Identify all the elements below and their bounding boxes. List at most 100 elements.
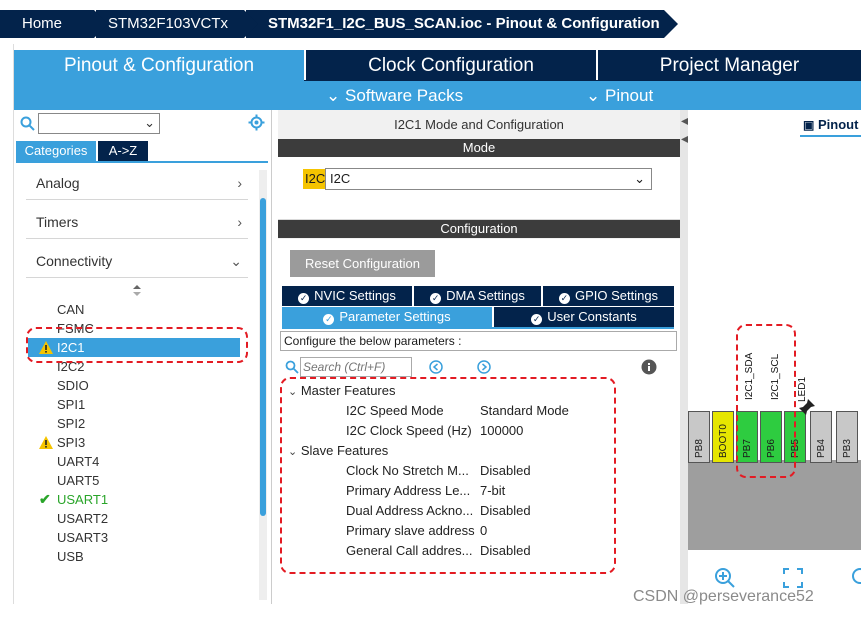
category-analog[interactable]: Analog › (26, 166, 248, 200)
tab-clock-configuration[interactable]: Clock Configuration (306, 50, 596, 82)
category-timers-label: Timers (36, 214, 79, 230)
mode-configuration-panel: I2C1 Mode and Configuration Mode I2C I2C… (278, 110, 680, 604)
info-icon[interactable] (641, 359, 657, 375)
software-packs-menu[interactable]: ⌄ Software Packs (326, 84, 463, 108)
tab-project-manager[interactable]: Project Manager (598, 50, 861, 82)
zoom-out-icon[interactable] (851, 567, 861, 589)
check-circle-icon: ✓ (298, 293, 310, 304)
tab-user-constants[interactable]: ✓ User Constants (494, 307, 674, 327)
pin-pb3[interactable]: PB3 (836, 411, 858, 463)
mode-select-value: I2C (330, 171, 351, 186)
highlight-annotation (26, 327, 248, 363)
mode-label: I2C (303, 169, 328, 189)
panel-splitter[interactable]: ◀ ◀ (680, 110, 689, 604)
scrollbar-thumb[interactable] (260, 198, 266, 516)
pin-pb8[interactable]: PB8 (688, 411, 710, 463)
peripheral-can[interactable]: CAN (57, 300, 84, 319)
main-tabs-bar: Pinout & Configuration Clock Configurati… (14, 50, 861, 110)
fit-screen-icon[interactable] (783, 568, 803, 588)
sort-icon[interactable] (132, 285, 142, 297)
tab-gpio-settings[interactable]: ✓ GPIO Settings (543, 286, 674, 306)
check-circle-icon: ✓ (323, 314, 335, 325)
peripheral-uart5-label: UART5 (57, 473, 100, 488)
peripheral-usart1-label: USART1 (57, 492, 109, 507)
peripheral-uart5[interactable]: UART5 (57, 471, 99, 490)
tab-parameter-settings[interactable]: ✓ Parameter Settings (282, 307, 492, 327)
pin-pb4[interactable]: PB4 (810, 411, 832, 463)
tab-pinout-configuration-label: Pinout & Configuration (63, 55, 255, 76)
tab-underline (282, 327, 674, 329)
tab-a-z-label: A->Z (108, 143, 138, 158)
peripheral-usb[interactable]: USB (57, 547, 84, 566)
peripheral-spi3[interactable]: SPI3 (57, 433, 85, 452)
tab-categories-label: Categories (24, 143, 88, 158)
pin-boot0[interactable]: BOOT0 (712, 411, 734, 463)
tab-a-z[interactable]: A->Z (98, 141, 148, 161)
peripheral-spi1-label: SPI1 (57, 397, 86, 412)
pin-pb3-label: PB3 (842, 439, 853, 458)
next-icon[interactable] (477, 360, 491, 374)
configure-text: Configure the below parameters : (280, 331, 677, 351)
tab-clock-configuration-label: Clock Configuration (368, 55, 534, 76)
breadcrumb-project-label: STM32F1_I2C_BUS_SCAN.ioc - Pinout & Conf… (268, 15, 660, 32)
breadcrumb-device[interactable]: STM32F103VCTx (94, 10, 258, 38)
tab-gpio-settings-label: GPIO Settings (574, 288, 659, 303)
software-packs-label: Software Packs (344, 86, 464, 105)
tab-project-manager-label: Project Manager (659, 55, 800, 76)
reset-configuration-button[interactable]: Reset Configuration (290, 250, 435, 277)
zoom-in-icon[interactable] (714, 567, 736, 589)
tab-divider (304, 50, 306, 80)
tab-nvic-settings[interactable]: ✓ NVIC Settings (282, 286, 412, 306)
search-icon (285, 360, 299, 374)
category-timers[interactable]: Timers › (26, 205, 248, 239)
peripheral-can-label: CAN (57, 302, 85, 317)
pinout-menu-label: Pinout (604, 86, 654, 105)
peripheral-spi1[interactable]: SPI1 (57, 395, 85, 414)
parameter-search-input[interactable] (300, 357, 412, 377)
chevron-right-icon: › (237, 214, 242, 230)
search-icon (20, 116, 35, 131)
peripheral-usart2-label: USART2 (57, 511, 109, 526)
tab-pinout-view[interactable]: ▣ Pinout view (800, 115, 861, 135)
category-analog-label: Analog (36, 175, 80, 191)
app-root: Home STM32F103VCTx STM32F1_I2C_BUS_SCAN.… (0, 0, 861, 619)
mode-select[interactable]: I2C ⌄ (325, 168, 652, 190)
breadcrumb-home-label: Home (22, 15, 63, 32)
category-connectivity[interactable]: Connectivity ⌄ (26, 244, 248, 278)
pin-pb8-label: PB8 (694, 439, 705, 458)
chevron-down-icon: ⌄ (144, 115, 155, 130)
tab-dma-settings[interactable]: ✓ DMA Settings (414, 286, 541, 306)
breadcrumb-home[interactable]: Home (0, 10, 108, 38)
breadcrumb-project[interactable]: STM32F1_I2C_BUS_SCAN.ioc - Pinout & Conf… (244, 10, 678, 38)
tab-underline (800, 135, 861, 137)
peripheral-usart3[interactable]: USART3 (57, 528, 108, 547)
tab-user-constants-label: User Constants (547, 309, 637, 324)
bottom-bar (0, 604, 861, 619)
pin-pb4-label: PB4 (816, 439, 827, 458)
peripheral-spi2[interactable]: SPI2 (57, 414, 85, 433)
configuration-header: Configuration (278, 220, 680, 238)
tab-categories[interactable]: Categories (16, 141, 96, 161)
highlight-annotation (736, 324, 796, 478)
peripheral-sdio-label: SDIO (57, 378, 89, 393)
categories-panel: ⌄ Categories A->Z Analog › Timers › Conn… (14, 110, 272, 604)
peripheral-usb-label: USB (57, 549, 84, 564)
mode-header: Mode (278, 139, 680, 157)
gear-icon[interactable] (248, 114, 265, 131)
tab-parameter-settings-label: Parameter Settings (339, 309, 451, 324)
peripheral-uart4-label: UART4 (57, 454, 100, 469)
left-edge-strip (0, 44, 14, 604)
pushpin-icon (799, 399, 815, 415)
check-circle-icon: ✓ (430, 293, 442, 304)
peripheral-usart3-label: USART3 (57, 530, 109, 545)
peripheral-sdio[interactable]: SDIO (57, 376, 89, 395)
pinout-menu[interactable]: ⌄ Pinout (586, 84, 653, 108)
chevron-down-icon: ⌄ (586, 86, 601, 105)
pin-boot0-label: BOOT0 (718, 424, 729, 458)
peripheral-usart1[interactable]: USART1 (57, 490, 108, 509)
peripheral-uart4[interactable]: UART4 (57, 452, 99, 471)
peripheral-usart2[interactable]: USART2 (57, 509, 108, 528)
peripheral-spi3-label: SPI3 (57, 435, 86, 450)
previous-icon[interactable] (429, 360, 443, 374)
search-input[interactable]: ⌄ (38, 113, 160, 134)
